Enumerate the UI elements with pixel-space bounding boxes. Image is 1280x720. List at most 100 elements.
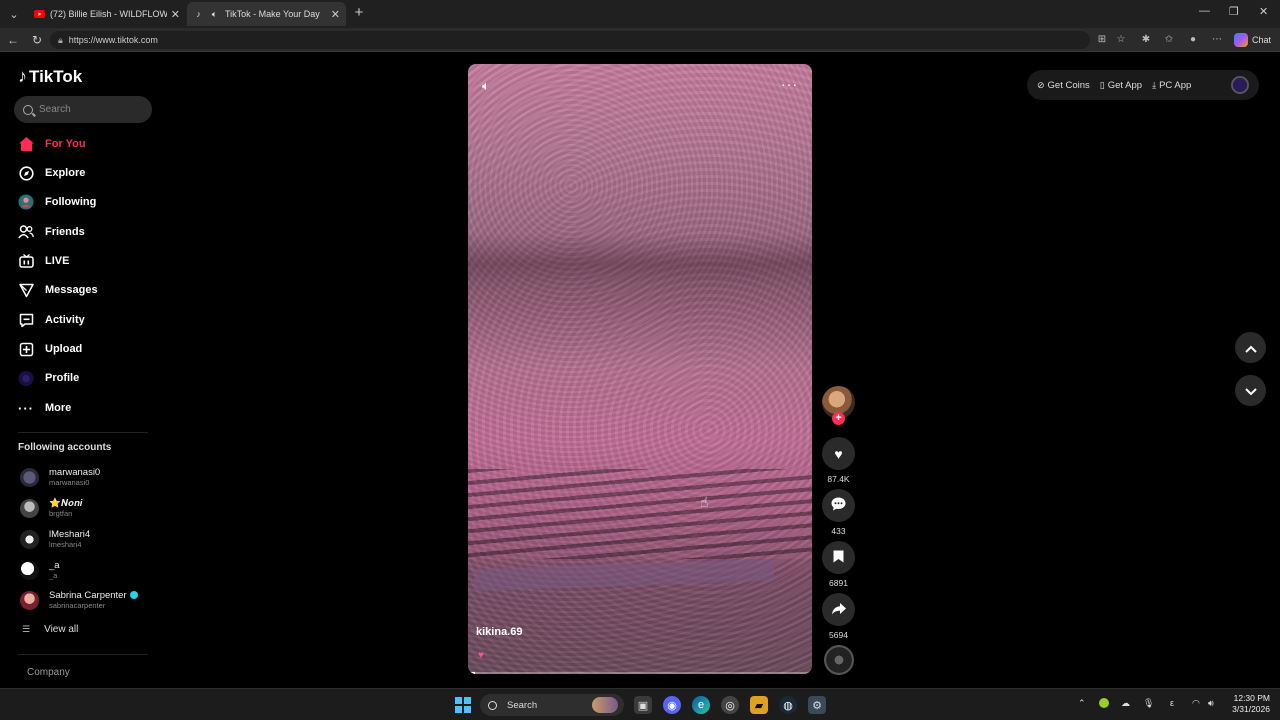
nav-label: Explore xyxy=(45,167,86,179)
favorites-icon[interactable]: ✩ xyxy=(1162,33,1176,47)
language-icon[interactable]: ε xyxy=(1170,698,1174,708)
like-button[interactable]: ♥ xyxy=(822,437,855,470)
profile-avatar-icon[interactable]: ● xyxy=(1186,33,1200,47)
nav-live[interactable]: LIVE xyxy=(18,250,69,272)
microphone-icon[interactable]: 🎙︎ xyxy=(1143,698,1154,709)
pc-app-button[interactable]: ⤓ PC App xyxy=(1152,80,1191,91)
app-available-icon[interactable]: ⊞ xyxy=(1095,33,1109,47)
taskbar-search[interactable]: Search xyxy=(480,694,624,716)
wifi-icon[interactable]: ◠ xyxy=(1192,698,1200,709)
copilot-chat-button[interactable]: Chat xyxy=(1234,32,1271,48)
video-progress-bar[interactable] xyxy=(468,672,812,674)
volume-icon[interactable]: 🔈︎ xyxy=(482,78,490,94)
next-video-button[interactable] xyxy=(1235,375,1266,406)
settings-gear-icon[interactable]: ⚙ xyxy=(808,696,826,714)
restore-icon[interactable]: ❐ xyxy=(1229,5,1239,18)
edge-browser-icon[interactable]: e xyxy=(692,696,710,714)
company-link[interactable]: Company xyxy=(27,667,70,678)
tab-actions-menu-icon[interactable]: ⌄ xyxy=(4,4,24,24)
nav-profile[interactable]: Profile xyxy=(18,367,79,389)
search-icon xyxy=(488,700,497,710)
search-input[interactable] xyxy=(39,104,139,115)
copilot-icon xyxy=(1234,33,1248,47)
game-launcher-icon[interactable]: ▰ xyxy=(750,696,768,714)
nav-label: Messages xyxy=(45,284,98,296)
video-frame-grille xyxy=(468,469,812,559)
nav-label: Profile xyxy=(45,372,80,384)
nav-label: For You xyxy=(45,138,86,150)
nav-more[interactable]: ··· More xyxy=(18,397,71,419)
previous-video-button[interactable] xyxy=(1235,332,1266,363)
following-account[interactable]: lMeshari4 lmeshari4 xyxy=(20,527,90,551)
task-view-icon[interactable]: ▣ xyxy=(634,696,652,714)
youtube-icon xyxy=(34,9,45,20)
account-display-name-text: Sabrina Carpenter xyxy=(49,590,127,601)
tiktok-logo[interactable]: ♪ TikTok xyxy=(18,66,82,87)
share-button[interactable] xyxy=(822,593,855,626)
address-bar[interactable]: 🔒︎ https://www.tiktok.com xyxy=(50,31,1090,49)
new-tab-button[interactable]: + xyxy=(350,4,368,22)
comment-icon xyxy=(831,497,846,514)
site-info-icon[interactable]: 🔒︎ xyxy=(58,35,63,46)
view-all-link[interactable]: ☰ View all xyxy=(22,624,78,635)
tiktok-icon: ♪ xyxy=(196,9,201,19)
get-coins-label: Get Coins xyxy=(1047,79,1090,91)
following-account[interactable]: Sabrina Carpenter sabrinacarpenter xyxy=(20,588,138,612)
following-account[interactable]: ⭐𝑵𝒐𝒏𝒊 brgtfan xyxy=(20,496,82,520)
windows-start-icon[interactable] xyxy=(455,697,471,713)
search-box[interactable] xyxy=(14,96,152,123)
close-tab-icon[interactable]: ✕ xyxy=(331,8,340,21)
following-account[interactable]: marwanasi0 marwanasi0 xyxy=(20,465,100,489)
close-window-icon[interactable]: ✕ xyxy=(1259,5,1268,18)
following-account[interactable]: _a _a xyxy=(20,558,60,582)
tray-app-icon[interactable] xyxy=(1099,698,1109,708)
chrome-icon[interactable]: ◎ xyxy=(721,696,739,714)
view-all-label: View all xyxy=(44,624,79,635)
browser-tab-tiktok[interactable]: ♪ 🔈︎ TikTok - Make Your Day ✕ xyxy=(187,2,346,26)
nav-upload[interactable]: Upload xyxy=(18,338,82,360)
nav-activity[interactable]: Activity xyxy=(18,309,85,331)
nav-following[interactable]: Following xyxy=(18,191,96,213)
chat-label: Chat xyxy=(1252,35,1272,45)
volume-tray-icon[interactable]: 🔊︎ xyxy=(1208,698,1214,709)
get-coins-button[interactable]: ⊘ Get Coins xyxy=(1037,80,1090,91)
onedrive-icon[interactable]: ☁ xyxy=(1121,698,1130,709)
browser-tab-youtube[interactable]: (72) Billie Eilish - WILDFLOWER (Ly ✕ xyxy=(28,2,186,26)
video-progress-fill xyxy=(468,672,475,674)
coin-icon: ⊘ xyxy=(1037,79,1045,90)
nav-messages[interactable]: Messages xyxy=(18,279,98,301)
like-count: 87.4K xyxy=(827,474,850,484)
search-icon xyxy=(23,104,33,115)
save-button[interactable] xyxy=(822,541,855,574)
taskbar-search-label: Search xyxy=(507,699,538,711)
video-player[interactable]: 🔈︎ ··· kikina.69 ♥ xyxy=(468,64,812,674)
steam-icon[interactable]: ◍ xyxy=(779,696,797,714)
close-tab-icon[interactable]: ✕ xyxy=(171,8,180,21)
reload-icon[interactable]: ↻ xyxy=(28,31,46,49)
comment-button[interactable] xyxy=(822,489,855,522)
more-options-icon[interactable]: ··· xyxy=(781,76,798,92)
share-arrow-icon xyxy=(831,602,846,618)
favorite-star-icon[interactable]: ☆ xyxy=(1114,33,1128,47)
account-username: brgtfan xyxy=(49,509,73,518)
follow-plus-icon[interactable]: + xyxy=(832,412,845,425)
clock-time: 12:30 PM xyxy=(1233,693,1270,703)
discord-icon[interactable]: ◉ xyxy=(663,696,681,714)
video-author[interactable]: kikina.69 xyxy=(476,626,522,638)
user-avatar[interactable] xyxy=(1231,76,1249,94)
back-icon[interactable]: ← xyxy=(4,31,22,49)
nav-friends[interactable]: Friends xyxy=(18,221,85,243)
extensions-icon[interactable]: ✱ xyxy=(1139,33,1153,47)
minimize-icon[interactable]: — xyxy=(1199,5,1210,17)
system-clock[interactable]: 12:30 PM 3/31/2026 xyxy=(1226,693,1270,715)
tab-title: TikTok - Make Your Day xyxy=(225,9,320,19)
tray-overflow-icon[interactable]: ⌃ xyxy=(1078,698,1086,709)
get-app-button[interactable]: ▯ Get App xyxy=(1100,80,1142,91)
music-disc-avatar[interactable] xyxy=(824,645,854,675)
settings-more-icon[interactable]: ⋯ xyxy=(1210,33,1224,47)
tab-title: (72) Billie Eilish - WILDFLOWER (Ly xyxy=(50,9,167,19)
avatar xyxy=(20,467,39,487)
speaker-icon[interactable]: 🔈︎ xyxy=(209,9,220,20)
nav-explore[interactable]: Explore xyxy=(18,162,85,184)
nav-for-you[interactable]: For You xyxy=(18,133,86,155)
